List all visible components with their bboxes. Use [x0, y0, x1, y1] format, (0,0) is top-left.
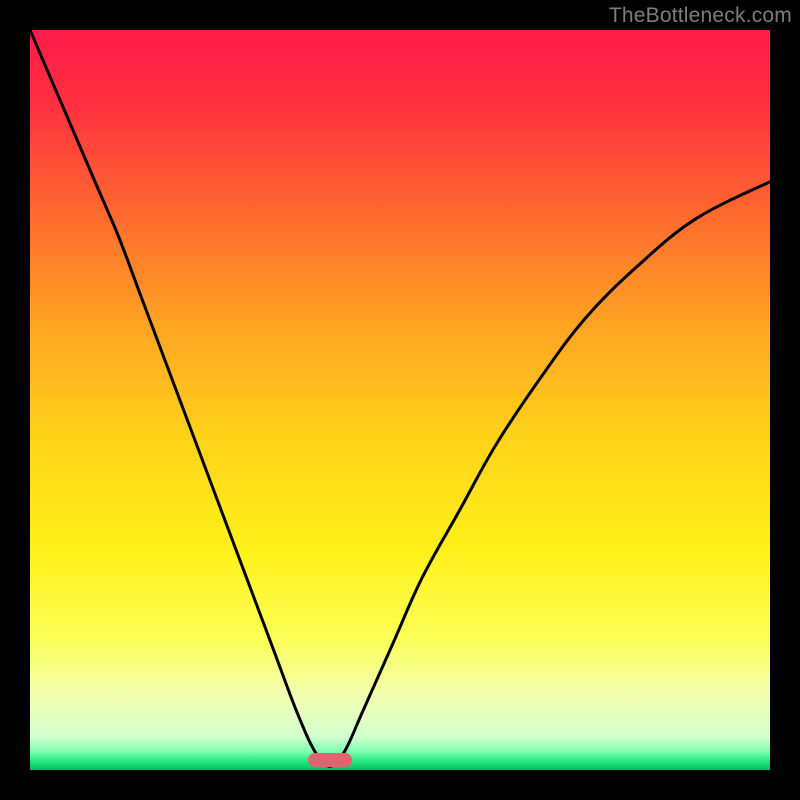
curve-path: [30, 30, 770, 766]
chart-frame: TheBottleneck.com: [0, 0, 800, 800]
plot-area: [30, 30, 770, 770]
bottleneck-curve: [30, 30, 770, 770]
optimal-point-marker: [308, 753, 352, 767]
watermark-text: TheBottleneck.com: [609, 4, 792, 28]
